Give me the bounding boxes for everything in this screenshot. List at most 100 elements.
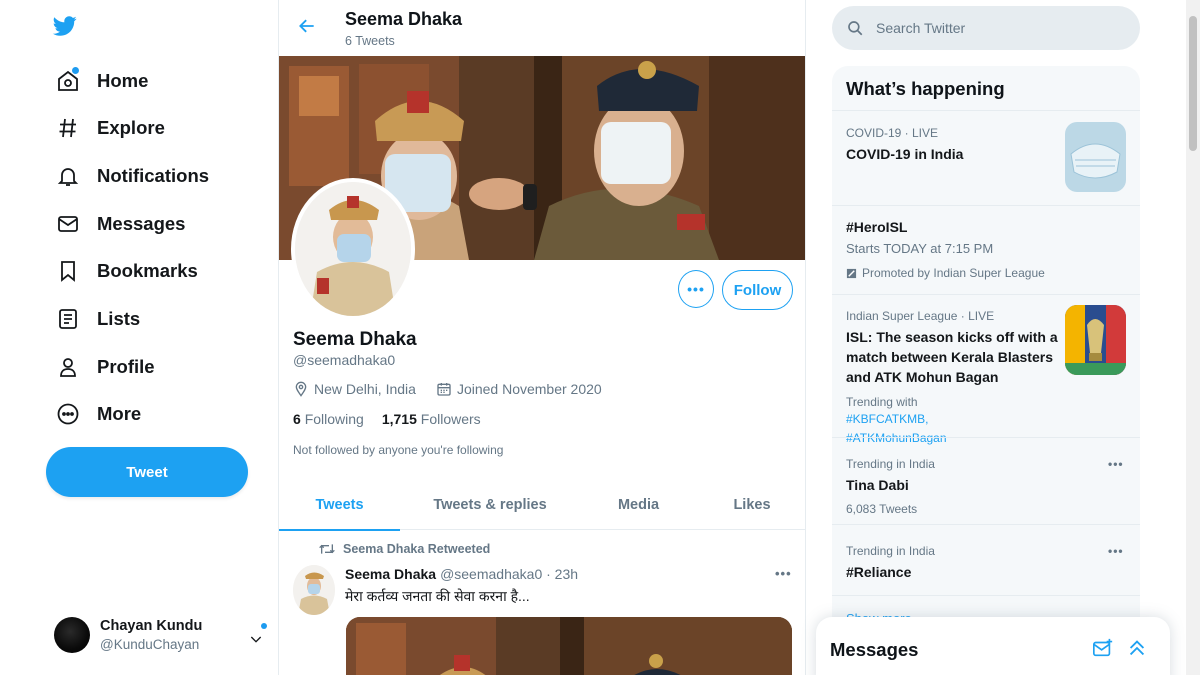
followers-label: Followers	[420, 411, 481, 427]
nav-label: Profile	[97, 356, 155, 377]
follow-button[interactable]: Follow	[722, 270, 793, 310]
tweet-avatar[interactable]	[293, 565, 335, 615]
trend-title: #HeroISL	[846, 219, 908, 235]
chevron-down-icon[interactable]	[248, 623, 268, 645]
profile-meta: New Delhi, India Joined November 2020	[293, 381, 602, 397]
messages-drawer-title: Messages	[830, 639, 919, 660]
nav-notifications[interactable]: Notifications	[48, 156, 217, 196]
profile-location: New Delhi, India	[314, 381, 416, 397]
bell-icon	[56, 164, 80, 188]
retweet-icon	[319, 542, 335, 556]
trend-subtitle: Starts TODAY at 7:15 PM	[846, 241, 994, 256]
page-title: Seema Dhaka	[345, 9, 463, 29]
tab-tweets-replies[interactable]: Tweets & replies	[400, 480, 580, 530]
account-name: Chayan Kundu	[100, 618, 203, 634]
nav-label: Bookmarks	[97, 260, 198, 281]
followers-link[interactable]: 1,715 Followers	[382, 411, 481, 427]
nav-home[interactable]: Home	[48, 61, 156, 101]
trend-title: ISL: The season kicks off with a match b…	[846, 329, 1058, 385]
tweet-more-icon[interactable]: •••	[775, 566, 792, 581]
more-icon[interactable]: •••	[1108, 457, 1124, 471]
search-icon	[846, 19, 864, 37]
profile-name: Seema Dhaka	[293, 329, 417, 350]
not-followed-note: Not followed by anyone you're following	[293, 443, 504, 457]
divider	[832, 595, 1140, 596]
promoted-line: Promoted by Indian Super League	[846, 266, 1045, 280]
trend-thumbnail	[1065, 305, 1126, 375]
more-icon[interactable]: •••	[1108, 544, 1124, 558]
profile-column: Seema Dhaka 6 Tweets ••• Follow Seema Dh…	[278, 0, 806, 675]
bookmark-icon	[56, 259, 80, 283]
profile-tabs: Tweets Tweets & replies Media Likes	[279, 480, 805, 531]
trend-item[interactable]: Indian Super League · LIVE ISL: The seas…	[832, 295, 1140, 445]
followers-count: 1,715	[381, 411, 417, 427]
nav-more[interactable]: More	[48, 394, 149, 434]
profile-avatar[interactable]	[291, 178, 415, 320]
nav-label: Home	[97, 70, 149, 91]
trend-meta: COVID-19 · LIVE	[846, 126, 939, 140]
twitter-logo-icon[interactable]	[52, 14, 82, 42]
nav-label: Notifications	[97, 165, 210, 186]
nav-label: More	[97, 403, 142, 424]
tab-media[interactable]: Media	[580, 480, 697, 530]
notification-dot	[261, 623, 267, 629]
tweet-media-image[interactable]	[346, 617, 792, 675]
trend-meta: Trending in India	[846, 544, 935, 558]
trend-thumbnail	[1065, 122, 1126, 192]
new-message-icon[interactable]	[1092, 637, 1114, 659]
left-nav: Home Explore Notifications Messages Book…	[0, 0, 278, 675]
avatar	[54, 617, 90, 653]
more-options-button[interactable]: •••	[678, 270, 714, 308]
scrollbar-thumb[interactable]	[1189, 16, 1197, 151]
trend-title: #Reliance	[846, 564, 912, 580]
list-icon	[56, 307, 80, 331]
tweet-button[interactable]: Tweet	[46, 447, 248, 497]
trend-item[interactable]: Trending in India #Reliance •••	[832, 525, 1140, 595]
search-input[interactable]	[876, 20, 1116, 36]
tab-likes[interactable]: Likes	[697, 480, 805, 530]
following-link[interactable]: 6 Following	[293, 411, 364, 427]
calendar-icon	[436, 381, 452, 397]
nav-messages[interactable]: Messages	[48, 204, 193, 244]
following-count: 6	[293, 411, 301, 427]
trend-title: Tina Dabi	[846, 477, 909, 493]
account-switcher[interactable]: Chayan Kundu @KunduChayan	[50, 606, 272, 664]
nav-bookmarks[interactable]: Bookmarks	[48, 251, 206, 291]
nav-profile[interactable]: Profile	[48, 347, 163, 387]
location-pin-icon	[293, 381, 309, 397]
nav-lists[interactable]: Lists	[48, 299, 148, 339]
home-icon	[56, 67, 80, 93]
trend-meta: Trending in India	[846, 457, 935, 471]
following-label: Following	[304, 411, 364, 427]
nav-label: Messages	[97, 213, 186, 234]
retweet-label: Seema Dhaka Retweeted	[343, 542, 491, 556]
tab-tweets[interactable]: Tweets	[279, 480, 400, 531]
trends-title: What’s happening	[846, 78, 1005, 99]
trend-with-label: Trending with	[846, 395, 918, 409]
nav-explore[interactable]: Explore	[48, 108, 173, 148]
tweet-text: मेरा कर्तव्य जनता की सेवा करना है...	[345, 588, 530, 604]
sidebar-right: What’s happening COVID-19 · LIVE COVID-1…	[806, 0, 1186, 675]
trend-item[interactable]: COVID-19 · LIVE COVID-19 in India	[832, 111, 1140, 205]
search-bar[interactable]	[832, 6, 1140, 50]
nav-label: Explore	[97, 117, 165, 138]
retweet-note: Seema Dhaka Retweeted	[319, 542, 490, 556]
back-arrow-icon[interactable]	[297, 16, 319, 38]
envelope-icon	[56, 212, 80, 236]
follow-counts: 6 Following 1,715 Followers	[293, 411, 481, 427]
profile-handle: @seemadhaka0	[293, 352, 396, 368]
tweet-header: Seema Dhaka @seemadhaka0 · 23h	[345, 566, 578, 582]
notification-dot	[72, 67, 79, 74]
trend-meta: Indian Super League · LIVE	[846, 309, 995, 323]
chevron-up-icon[interactable]	[1126, 637, 1148, 659]
tweet-author[interactable]: Seema Dhaka	[345, 566, 436, 582]
person-icon	[56, 355, 80, 379]
account-handle: @KunduChayan	[100, 637, 200, 652]
trend-item[interactable]: Trending in India Tina Dabi 6,083 Tweets…	[832, 438, 1140, 524]
trend-item-promoted[interactable]: #HeroISL Starts TODAY at 7:15 PM Promote…	[832, 206, 1140, 294]
promoted-icon	[846, 268, 857, 279]
messages-drawer[interactable]: Messages	[816, 617, 1170, 675]
tweet-count: 6 Tweets	[345, 34, 395, 48]
trend-tweet-count: 6,083 Tweets	[846, 502, 918, 516]
profile-joined: Joined November 2020	[456, 381, 602, 397]
